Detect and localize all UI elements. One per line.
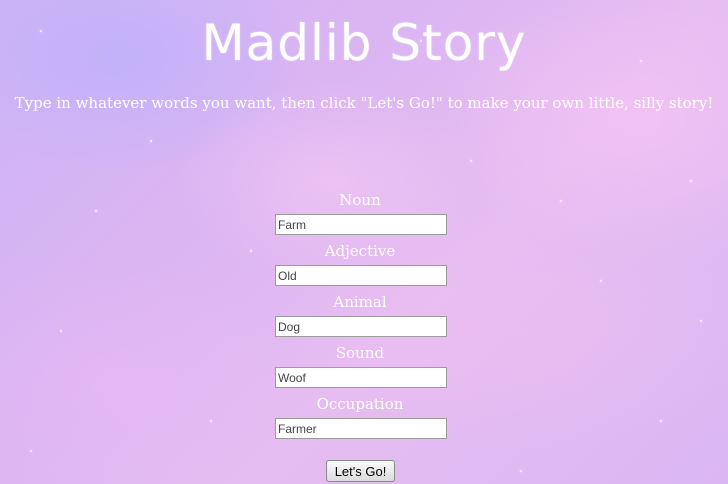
occupation-input[interactable] — [275, 418, 447, 439]
noun-label: Noun — [339, 191, 381, 209]
animal-label: Animal — [333, 293, 387, 311]
madlib-form: Noun Adjective Animal Sound Occupation — [0, 191, 728, 446]
adjective-label: Adjective — [324, 242, 396, 260]
sound-input[interactable] — [275, 367, 447, 388]
page-subtitle: Type in whatever words you want, then cl… — [14, 94, 714, 112]
adjective-input[interactable] — [275, 265, 447, 286]
sound-label: Sound — [335, 344, 385, 362]
page-title: Madlib Story — [201, 14, 527, 72]
animal-input[interactable] — [275, 316, 447, 337]
lets-go-button[interactable]: Let's Go! — [326, 460, 395, 482]
occupation-label: Occupation — [316, 395, 404, 413]
noun-input[interactable] — [275, 214, 447, 235]
